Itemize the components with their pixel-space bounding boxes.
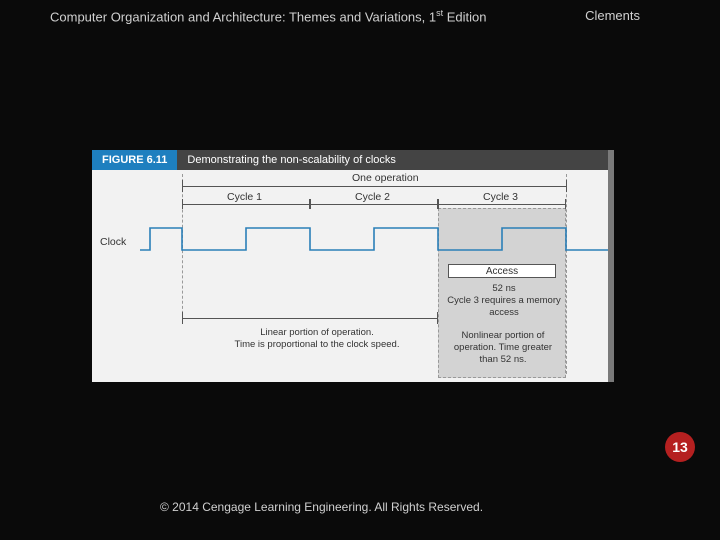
figure-header: FIGURE 6.11 Demonstrating the non-scalab… [92,150,614,170]
one-operation-label: One operation [352,172,419,184]
nonlinear-caption: Nonlinear portion of operation. Time gre… [444,330,562,366]
access-box: Access [448,264,556,278]
cycle2-span [310,204,438,205]
clock-label: Clock [100,236,126,248]
one-operation-span [182,186,567,187]
slide: Computer Organization and Architecture: … [0,0,720,540]
book-title: Computer Organization and Architecture: … [50,8,487,24]
timing-diagram: One operation Cycle 1 Cycle 2 Cycle 3 Cl… [92,170,614,382]
copyright-text: © 2014 Cengage Learning Engineering. All… [160,500,483,514]
linear-span [182,318,438,319]
end-guide [566,174,567,374]
access-note: 52 ns Cycle 3 requires a memory access [444,283,564,319]
cycle1-span [182,204,310,205]
decoration-stripe [608,150,614,382]
cycle1-label: Cycle 1 [227,191,262,203]
figure-caption: Demonstrating the non-scalability of clo… [177,150,614,170]
cycle3-span [438,204,566,205]
figure-tag: FIGURE 6.11 [92,150,177,170]
figure-panel: FIGURE 6.11 Demonstrating the non-scalab… [92,150,614,382]
page-number-badge: 13 [665,432,695,462]
title-post: Edition [443,9,486,24]
clock-waveform [140,220,610,260]
author-name: Clements [585,8,670,24]
cycle3-label: Cycle 3 [483,191,518,203]
title-pre: Computer Organization and Architecture: … [50,9,436,24]
linear-caption: Linear portion of operation. Time is pro… [212,327,422,351]
slide-header: Computer Organization and Architecture: … [0,8,720,24]
cycle2-label: Cycle 2 [355,191,390,203]
